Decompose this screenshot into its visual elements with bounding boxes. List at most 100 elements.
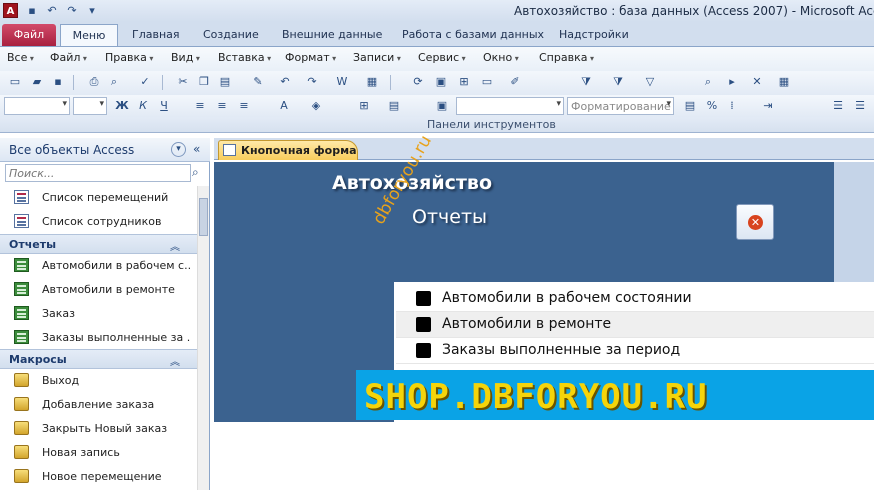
- nav-macro-item[interactable]: Новая запись: [0, 441, 197, 465]
- highlight-icon[interactable]: ✐: [507, 74, 523, 90]
- tab-external-data[interactable]: Внешние данные: [274, 24, 390, 46]
- tab-create[interactable]: Создание: [195, 24, 267, 46]
- access-app-icon[interactable]: A: [3, 3, 18, 18]
- office-links-icon[interactable]: W: [334, 74, 350, 90]
- new-object-icon[interactable]: ▭: [479, 74, 495, 90]
- filter-by-selection-icon[interactable]: ⧩: [578, 74, 594, 90]
- open-icon[interactable]: ▰: [29, 74, 45, 90]
- relationships-icon[interactable]: ⊞: [456, 74, 472, 90]
- switchboard-item-bullet[interactable]: [416, 343, 431, 358]
- close-form-button[interactable]: ✕: [736, 204, 774, 240]
- switchboard-item-bullet[interactable]: [416, 291, 431, 306]
- new-icon[interactable]: ▭: [7, 74, 23, 90]
- special-effect-icon[interactable]: ▣: [434, 98, 450, 114]
- nav-report-item[interactable]: Заказ: [0, 302, 197, 326]
- menu-format[interactable]: Формат: [285, 51, 336, 64]
- nav-report-item[interactable]: Автомобили в рабочем с...: [0, 254, 197, 278]
- redo-icon[interactable]: ↷: [304, 74, 320, 90]
- collapse-group-icon[interactable]: ︽: [170, 353, 180, 368]
- switchboard-item[interactable]: Заказы выполненные за период: [396, 338, 874, 364]
- spelling-icon[interactable]: ✓: [137, 74, 153, 90]
- print-preview-icon[interactable]: ⌕: [106, 74, 122, 90]
- menu-file[interactable]: Файл: [50, 51, 87, 64]
- nav-macro-item[interactable]: Выход: [0, 369, 197, 393]
- tab-home[interactable]: Главная: [124, 24, 188, 46]
- percent-format-icon[interactable]: %: [704, 98, 720, 114]
- nav-search-input[interactable]: [6, 165, 186, 181]
- nav-form-item[interactable]: Список сотрудников: [0, 210, 197, 234]
- document-tab-switchboard[interactable]: Кнопочная форма: [218, 140, 358, 160]
- object-combo[interactable]: [4, 97, 70, 115]
- delete-record-icon[interactable]: ✕: [749, 74, 765, 90]
- nav-macro-item[interactable]: Добавление заказа: [0, 393, 197, 417]
- toggle-filter-icon[interactable]: ▽: [642, 74, 658, 90]
- switchboard-item-label[interactable]: Заказы выполненные за период: [442, 342, 680, 358]
- menu-help[interactable]: Справка: [539, 51, 594, 64]
- menu-all[interactable]: Все: [7, 51, 34, 64]
- collapse-group-icon[interactable]: ︽: [170, 238, 180, 253]
- chevron-down-icon[interactable]: ▾: [171, 142, 186, 157]
- nav-macro-item[interactable]: Новое перемещение: [0, 465, 197, 489]
- collapse-pane-icon[interactable]: «: [193, 142, 200, 156]
- search-icon[interactable]: ⌕: [192, 165, 199, 180]
- nav-report-item[interactable]: Заказы выполненные за ...: [0, 326, 197, 350]
- nav-pane-header[interactable]: Все объекты Access ▾ «: [0, 138, 210, 162]
- menu-tools[interactable]: Сервис: [418, 51, 466, 64]
- undo-icon[interactable]: ↶: [44, 3, 60, 19]
- filter-by-form-icon[interactable]: ⧩: [610, 74, 626, 90]
- switchboard-item-bullet[interactable]: [416, 317, 431, 332]
- nav-group-reports[interactable]: Отчеты ︽: [0, 234, 197, 254]
- cut-icon[interactable]: ✂: [175, 74, 191, 90]
- redo-icon[interactable]: ↷: [64, 3, 80, 19]
- menu-edit[interactable]: Правка: [105, 51, 153, 64]
- field-combo[interactable]: [456, 97, 564, 115]
- nav-form-item[interactable]: Список перемещений: [0, 186, 197, 210]
- nav-report-item[interactable]: Автомобили в ремонте: [0, 278, 197, 302]
- menu-insert[interactable]: Вставка: [218, 51, 271, 64]
- menu-view[interactable]: Вид: [171, 51, 200, 64]
- customize-qat-icon[interactable]: ▾: [84, 3, 100, 19]
- comma-format-icon[interactable]: ⁞: [724, 98, 740, 114]
- properties-icon[interactable]: ▣: [433, 74, 449, 90]
- font-size-combo[interactable]: [73, 97, 107, 115]
- nav-scrollbar[interactable]: [197, 186, 209, 490]
- font-color-icon[interactable]: A: [276, 98, 292, 114]
- alternate-fill-icon[interactable]: ▤: [386, 98, 402, 114]
- bullets-icon[interactable]: ☰: [830, 98, 846, 114]
- tab-file[interactable]: Файл: [2, 24, 56, 46]
- database-window-icon[interactable]: ▦: [776, 74, 792, 90]
- find-icon[interactable]: ⌕: [700, 74, 716, 90]
- nav-macro-item[interactable]: Закрыть Новый заказ: [0, 417, 197, 441]
- gridlines-icon[interactable]: ⊞: [356, 98, 372, 114]
- save-icon[interactable]: ▪: [50, 74, 66, 90]
- switchboard-item-label[interactable]: Автомобили в ремонте: [442, 316, 611, 332]
- align-left-icon[interactable]: ≡: [192, 98, 208, 114]
- align-right-icon[interactable]: ≡: [236, 98, 252, 114]
- switchboard-item-label[interactable]: Автомобили в рабочем состоянии: [442, 290, 692, 306]
- switchboard-item[interactable]: Автомобили в рабочем состоянии: [396, 286, 874, 312]
- print-icon[interactable]: ⎙: [86, 74, 102, 90]
- numbering-icon[interactable]: ☰: [852, 98, 868, 114]
- format-painter-icon[interactable]: ✎: [250, 74, 266, 90]
- switchboard-item[interactable]: Автомобили в ремонте: [396, 312, 874, 338]
- undo-icon[interactable]: ↶: [277, 74, 293, 90]
- tab-menu[interactable]: Меню: [60, 24, 118, 46]
- copy-icon[interactable]: ❐: [196, 74, 212, 90]
- increase-decimals-icon[interactable]: ⇥: [760, 98, 776, 114]
- underline-icon[interactable]: Ч: [156, 98, 172, 114]
- fill-color-icon[interactable]: ◈: [308, 98, 324, 114]
- formatting-combo[interactable]: Форматирование: [567, 97, 674, 115]
- menu-window[interactable]: Окно: [483, 51, 519, 64]
- new-record-icon[interactable]: ▸: [724, 74, 740, 90]
- analyze-icon[interactable]: ▦: [364, 74, 380, 90]
- refresh-icon[interactable]: ⟳: [410, 74, 426, 90]
- italic-icon[interactable]: К: [135, 98, 151, 114]
- save-icon[interactable]: ▪: [24, 3, 40, 19]
- align-center-icon[interactable]: ≡: [214, 98, 230, 114]
- paste-icon[interactable]: ▤: [217, 74, 233, 90]
- currency-format-icon[interactable]: ▤: [682, 98, 698, 114]
- nav-scrollbar-thumb[interactable]: [199, 198, 208, 236]
- tab-database-tools[interactable]: Работа с базами данных: [394, 24, 552, 46]
- nav-group-macros[interactable]: Макросы ︽: [0, 349, 197, 369]
- bold-icon[interactable]: Ж: [114, 98, 130, 114]
